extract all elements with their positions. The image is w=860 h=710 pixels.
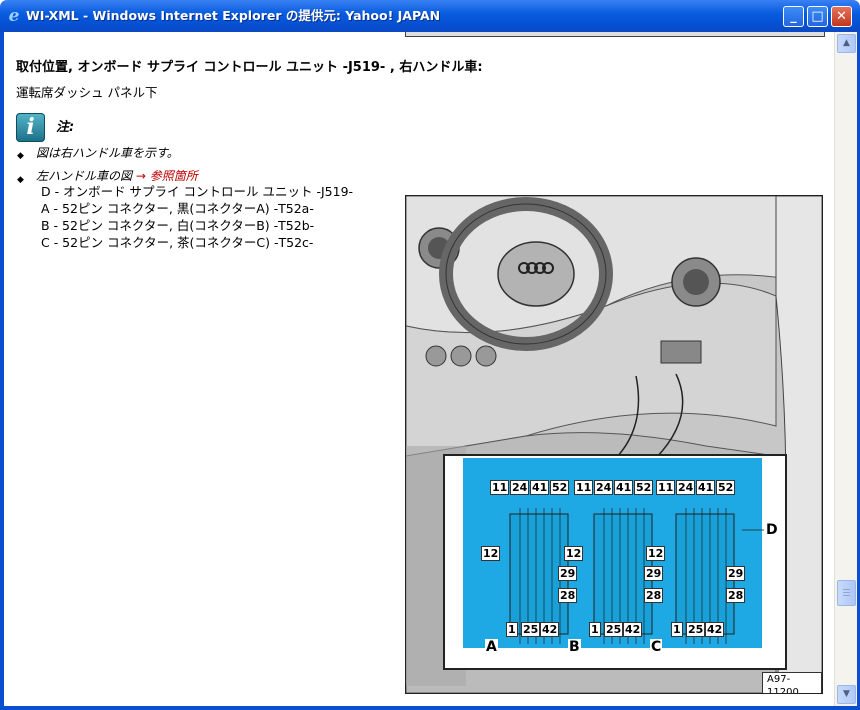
info-icon: i [16, 113, 45, 142]
scroll-up-button[interactable]: ▲ [837, 34, 856, 53]
pin-label: 29 [558, 566, 578, 581]
page-content: 取付位置, オンボード サプライ コントロール ユニット -J519- , 右ハ… [4, 32, 834, 706]
vertical-scrollbar[interactable]: ▲ ▼ [834, 32, 857, 706]
pin-label: 24 [676, 480, 696, 495]
installation-figure: 11 24 41 52 12 29 28 1 25 42 A 11 24 41 … [405, 195, 823, 694]
pin-label: 29 [644, 566, 664, 581]
unit-label: D [766, 522, 778, 538]
pin-label: 42 [540, 622, 560, 637]
scroll-down-button[interactable]: ▼ [837, 685, 856, 704]
note-bullet-text: 左ハンドル車の図 → 参照箇所 [36, 168, 198, 184]
note-label: 注: [56, 120, 75, 135]
pin-label: 1 [506, 622, 518, 637]
note-bullet-text: 図は右ハンドル車を示す。 [36, 146, 179, 160]
pin-label: 28 [644, 588, 664, 603]
close-button[interactable]: ✕ [831, 6, 852, 27]
pin-label: 28 [726, 588, 746, 603]
pin-label: 52 [634, 480, 654, 495]
pin-label: 1 [589, 622, 601, 637]
page-title: 取付位置, オンボード サプライ コントロール ユニット -J519- , 右ハ… [16, 60, 483, 75]
connector-label: B [568, 639, 581, 655]
maximize-icon: □ [811, 9, 824, 24]
reference-link[interactable]: → 参照箇所 [136, 169, 198, 183]
pin-label: 11 [656, 480, 676, 495]
pin-label: 24 [594, 480, 614, 495]
connector-drawing [509, 508, 764, 644]
previous-figure-bottom [405, 32, 825, 37]
legend-item: D - オンボード サプライ コントロール ユニット -J519- [41, 184, 354, 199]
pin-label: 1 [671, 622, 683, 637]
pin-label: 42 [705, 622, 725, 637]
pin-label: 25 [604, 622, 624, 637]
pin-label: 41 [614, 480, 634, 495]
maximize-button[interactable]: □ [807, 6, 828, 27]
connector-label: C [650, 639, 663, 655]
location-text: 運転席ダッシュ パネル下 [16, 85, 158, 100]
pin-label: 11 [490, 480, 510, 495]
pin-label: 12 [481, 546, 501, 561]
pin-label: 41 [530, 480, 550, 495]
pin-label: 25 [686, 622, 706, 637]
scroll-thumb[interactable] [837, 580, 856, 606]
window-frame-bottom [0, 706, 860, 710]
pin-label: 29 [726, 566, 746, 581]
pin-label: 52 [716, 480, 736, 495]
bullet-icon: ◆ [17, 175, 24, 185]
pin-label: 42 [623, 622, 643, 637]
pin-label: 52 [550, 480, 570, 495]
legend-item: A - 52ピン コネクター, 黒(コネクターA) -T52a- [41, 201, 314, 216]
connector-label: A [485, 639, 498, 655]
minimize-icon: _ [790, 9, 797, 24]
title-bar[interactable]: e WI-XML - Windows Internet Explorer の提供… [0, 0, 860, 32]
figure-id: A97-11200 [762, 672, 822, 693]
pin-label: 24 [510, 480, 530, 495]
window-title: WI-XML - Windows Internet Explorer の提供元:… [26, 8, 441, 23]
close-icon: ✕ [836, 9, 847, 24]
note-bullet-label: 左ハンドル車の図 [36, 169, 133, 183]
pin-label: 11 [574, 480, 594, 495]
pin-label: 25 [521, 622, 541, 637]
bullet-icon: ◆ [17, 151, 24, 161]
minimize-button[interactable]: _ [783, 6, 804, 27]
pin-label: 12 [646, 546, 666, 561]
pin-label: 28 [558, 588, 578, 603]
legend-item: C - 52ピン コネクター, 茶(コネクターC) -T52c- [41, 235, 314, 250]
legend-item: B - 52ピン コネクター, 白(コネクターB) -T52b- [41, 218, 315, 233]
pin-label: 12 [564, 546, 584, 561]
browser-window: e WI-XML - Windows Internet Explorer の提供… [0, 0, 860, 710]
ie-icon: e [8, 6, 20, 26]
pin-label: 41 [696, 480, 716, 495]
